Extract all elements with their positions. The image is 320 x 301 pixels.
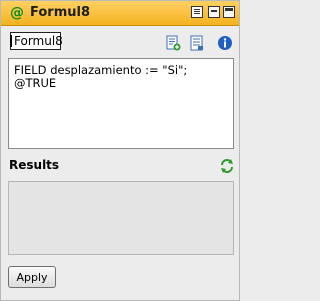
maximize-icon[interactable] (223, 6, 235, 18)
results-label: Results (9, 158, 60, 172)
title-bar: @ Formul8 (1, 1, 239, 26)
info-icon[interactable] (217, 35, 233, 51)
panel-title: Formul8 (30, 5, 90, 20)
refresh-icon[interactable] (219, 158, 235, 174)
new-formula-icon[interactable] (165, 35, 181, 51)
results-area (8, 181, 234, 255)
minimize-icon[interactable] (208, 6, 220, 18)
formula-editor[interactable]: FIELD desplazamiento := "Si"; @TRUE (8, 58, 234, 149)
at-sign-icon: @ (10, 5, 24, 21)
doc-icon[interactable] (191, 6, 203, 18)
formula-panel: @ Formul8 Formul8 FIELD desplazamiento :… (0, 0, 240, 301)
name-field[interactable]: Formul8 (10, 32, 63, 50)
apply-button[interactable]: Apply (8, 266, 56, 288)
edit-formula-icon[interactable] (189, 35, 205, 51)
text-caret (10, 35, 12, 47)
